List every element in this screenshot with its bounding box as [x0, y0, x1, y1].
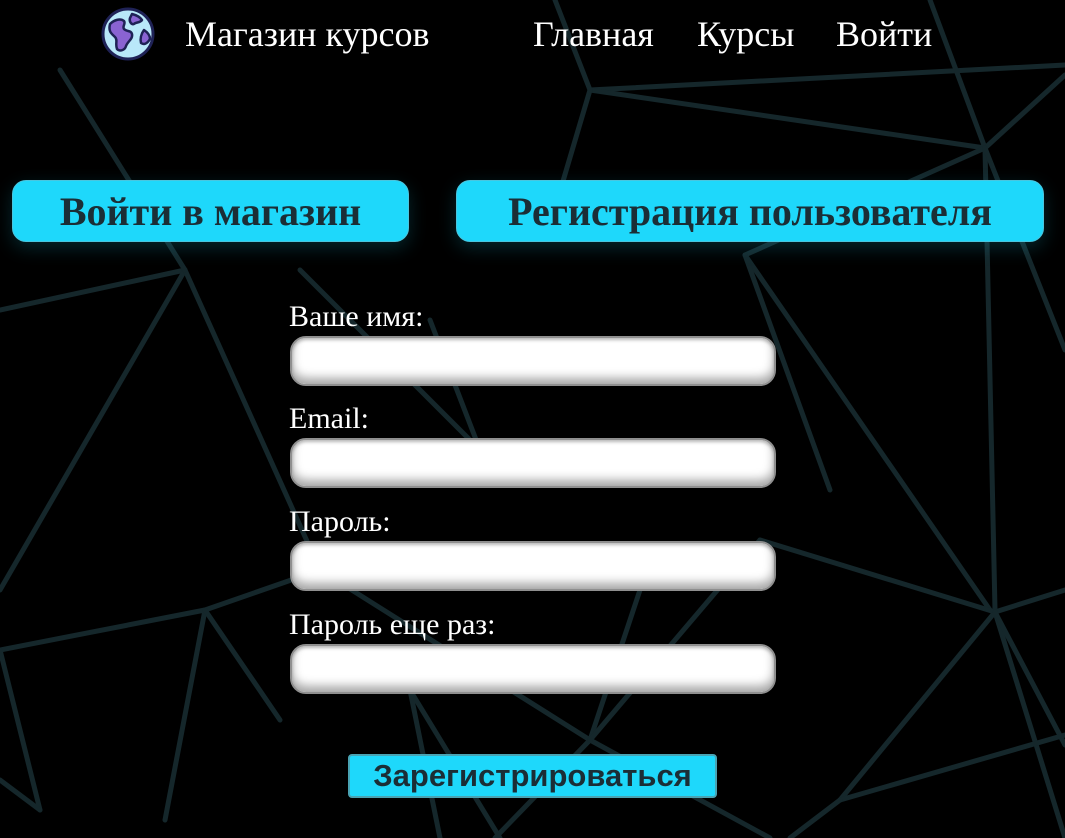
name-label: Ваше имя:: [289, 300, 424, 333]
nav-login[interactable]: Войти: [836, 14, 932, 54]
password-label: Пароль:: [289, 505, 391, 538]
tab-login[interactable]: Войти в магазин: [12, 180, 409, 242]
password-repeat-input[interactable]: [290, 644, 776, 694]
globe-icon[interactable]: [100, 6, 156, 62]
name-input[interactable]: [290, 336, 776, 386]
brand-name[interactable]: Магазин курсов: [185, 14, 429, 54]
background-network-pattern: [0, 0, 1065, 838]
email-label: Email:: [289, 402, 369, 435]
register-submit-button[interactable]: Зарегистрироваться: [348, 754, 717, 798]
site-header: Магазин курсов Главная Курсы Войти: [0, 0, 1065, 70]
nav-home[interactable]: Главная: [533, 14, 654, 54]
email-input[interactable]: [290, 438, 776, 488]
password-input[interactable]: [290, 541, 776, 591]
nav-courses[interactable]: Курсы: [697, 14, 794, 54]
tab-register[interactable]: Регистрация пользователя: [456, 180, 1044, 242]
password-repeat-label: Пароль еще раз:: [289, 608, 496, 641]
